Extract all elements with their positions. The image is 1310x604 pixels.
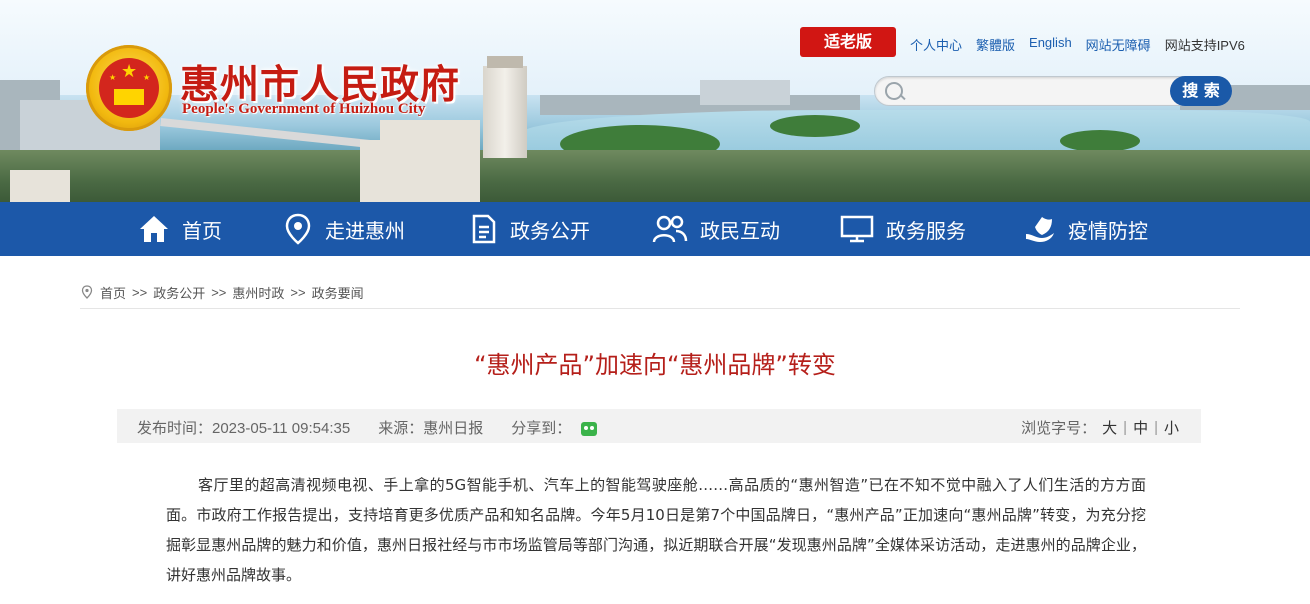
font-size-medium[interactable]: 中 xyxy=(1133,417,1148,438)
nav-item-gov-services[interactable]: 政务服务 xyxy=(840,202,966,256)
main-nav: 首页 走进惠州 政务公开 政民互动 政务服务 疫情防控 xyxy=(0,202,1310,256)
search-input[interactable] xyxy=(909,79,1163,103)
english-link[interactable]: English xyxy=(1029,35,1072,54)
breadcrumb-news-link[interactable]: 政务要闻 xyxy=(312,283,364,302)
personal-center-link[interactable]: 个人中心 xyxy=(910,35,962,54)
share-label: 分享到： xyxy=(511,420,572,437)
search-icon xyxy=(885,82,903,100)
elder-version-button[interactable]: 适老版 xyxy=(800,27,896,57)
accessibility-link[interactable]: 网站无障碍 xyxy=(1086,35,1151,54)
banner-building xyxy=(360,140,480,202)
header-banner: ★ ★ ★ 惠州市人民政府 People's Government of Hui… xyxy=(0,0,1310,202)
nav-item-about-huizhou[interactable]: 走进惠州 xyxy=(283,202,405,256)
banner-island xyxy=(1060,130,1140,152)
publish-time: 发布时间：2023-05-11 09:54:35 xyxy=(137,420,351,437)
nav-item-label: 政民互动 xyxy=(700,218,780,243)
nav-item-gov-affairs[interactable]: 政务公开 xyxy=(470,202,590,256)
banner-ground xyxy=(0,150,1310,202)
nav-item-interaction[interactable]: 政民互动 xyxy=(652,202,780,256)
shield-hand-icon xyxy=(1026,217,1054,242)
share-group: 分享到： xyxy=(511,417,598,438)
wechat-share-icon[interactable] xyxy=(581,422,598,437)
nav-item-label: 政务服务 xyxy=(886,218,966,243)
banner-bridge xyxy=(160,118,390,150)
nav-item-label: 首页 xyxy=(182,218,222,243)
article-meta-bar: 发布时间：2023-05-11 09:54:35 来源：惠州日报 分享到： 浏览… xyxy=(117,409,1201,443)
search-button[interactable]: 搜 索 xyxy=(1170,76,1232,106)
breadcrumb-gov-affairs-link[interactable]: 政务公开 xyxy=(153,283,205,302)
banner-island xyxy=(770,115,860,137)
ipv6-text: 网站支持IPV6 xyxy=(1164,38,1245,53)
nav-item-label: 走进惠州 xyxy=(325,218,405,243)
site-subtitle: People's Government of Huizhou City xyxy=(182,101,426,117)
banner-tower xyxy=(483,56,527,158)
nav-item-label: 疫情防控 xyxy=(1068,218,1148,243)
article-body: 客厅里的超高清视频电视、手上拿的5G智能手机、汽车上的智能驾驶座舱……高品质的“… xyxy=(166,476,1146,584)
nav-item-home[interactable]: 首页 xyxy=(138,202,222,256)
font-size-divider: | xyxy=(1154,419,1158,436)
breadcrumb-home-link[interactable]: 首页 xyxy=(100,283,126,302)
top-links: 个人中心 繁體版 English 网站无障碍 网站支持IPV6 xyxy=(910,35,1245,54)
article-source: 来源：惠州日报 xyxy=(378,420,484,437)
breadcrumb-separator: >> xyxy=(132,284,148,300)
article-title: “惠州产品”加速向“惠州品牌”转变 xyxy=(474,351,836,379)
nav-item-epidemic-control[interactable]: 疫情防控 xyxy=(1024,202,1148,256)
nav-item-label: 政务公开 xyxy=(510,218,590,243)
people-icon xyxy=(652,215,688,243)
search-bar: 搜 索 xyxy=(874,76,1232,106)
breadcrumb-separator: >> xyxy=(290,284,306,300)
home-icon xyxy=(140,216,168,242)
breadcrumb-separator: >> xyxy=(211,284,227,300)
breadcrumb-huizhou-politics-link[interactable]: 惠州时政 xyxy=(232,283,284,302)
font-size-small[interactable]: 小 xyxy=(1164,417,1179,438)
traditional-chinese-link[interactable]: 繁體版 xyxy=(976,35,1015,54)
font-size-divider: | xyxy=(1123,419,1128,436)
font-size-label: 浏览字号： xyxy=(1021,420,1097,437)
font-size-large[interactable]: 大 xyxy=(1102,417,1117,438)
document-icon xyxy=(472,214,496,244)
breadcrumb: 首页 >> 政务公开 >> 惠州时政 >> 政务要闻 xyxy=(80,276,1240,309)
monitor-icon xyxy=(840,215,874,243)
banner-skyline xyxy=(700,80,790,105)
national-emblem-icon: ★ ★ ★ xyxy=(86,45,172,131)
banner-building xyxy=(10,170,70,202)
location-pin-icon xyxy=(285,213,311,245)
location-icon xyxy=(81,285,93,299)
